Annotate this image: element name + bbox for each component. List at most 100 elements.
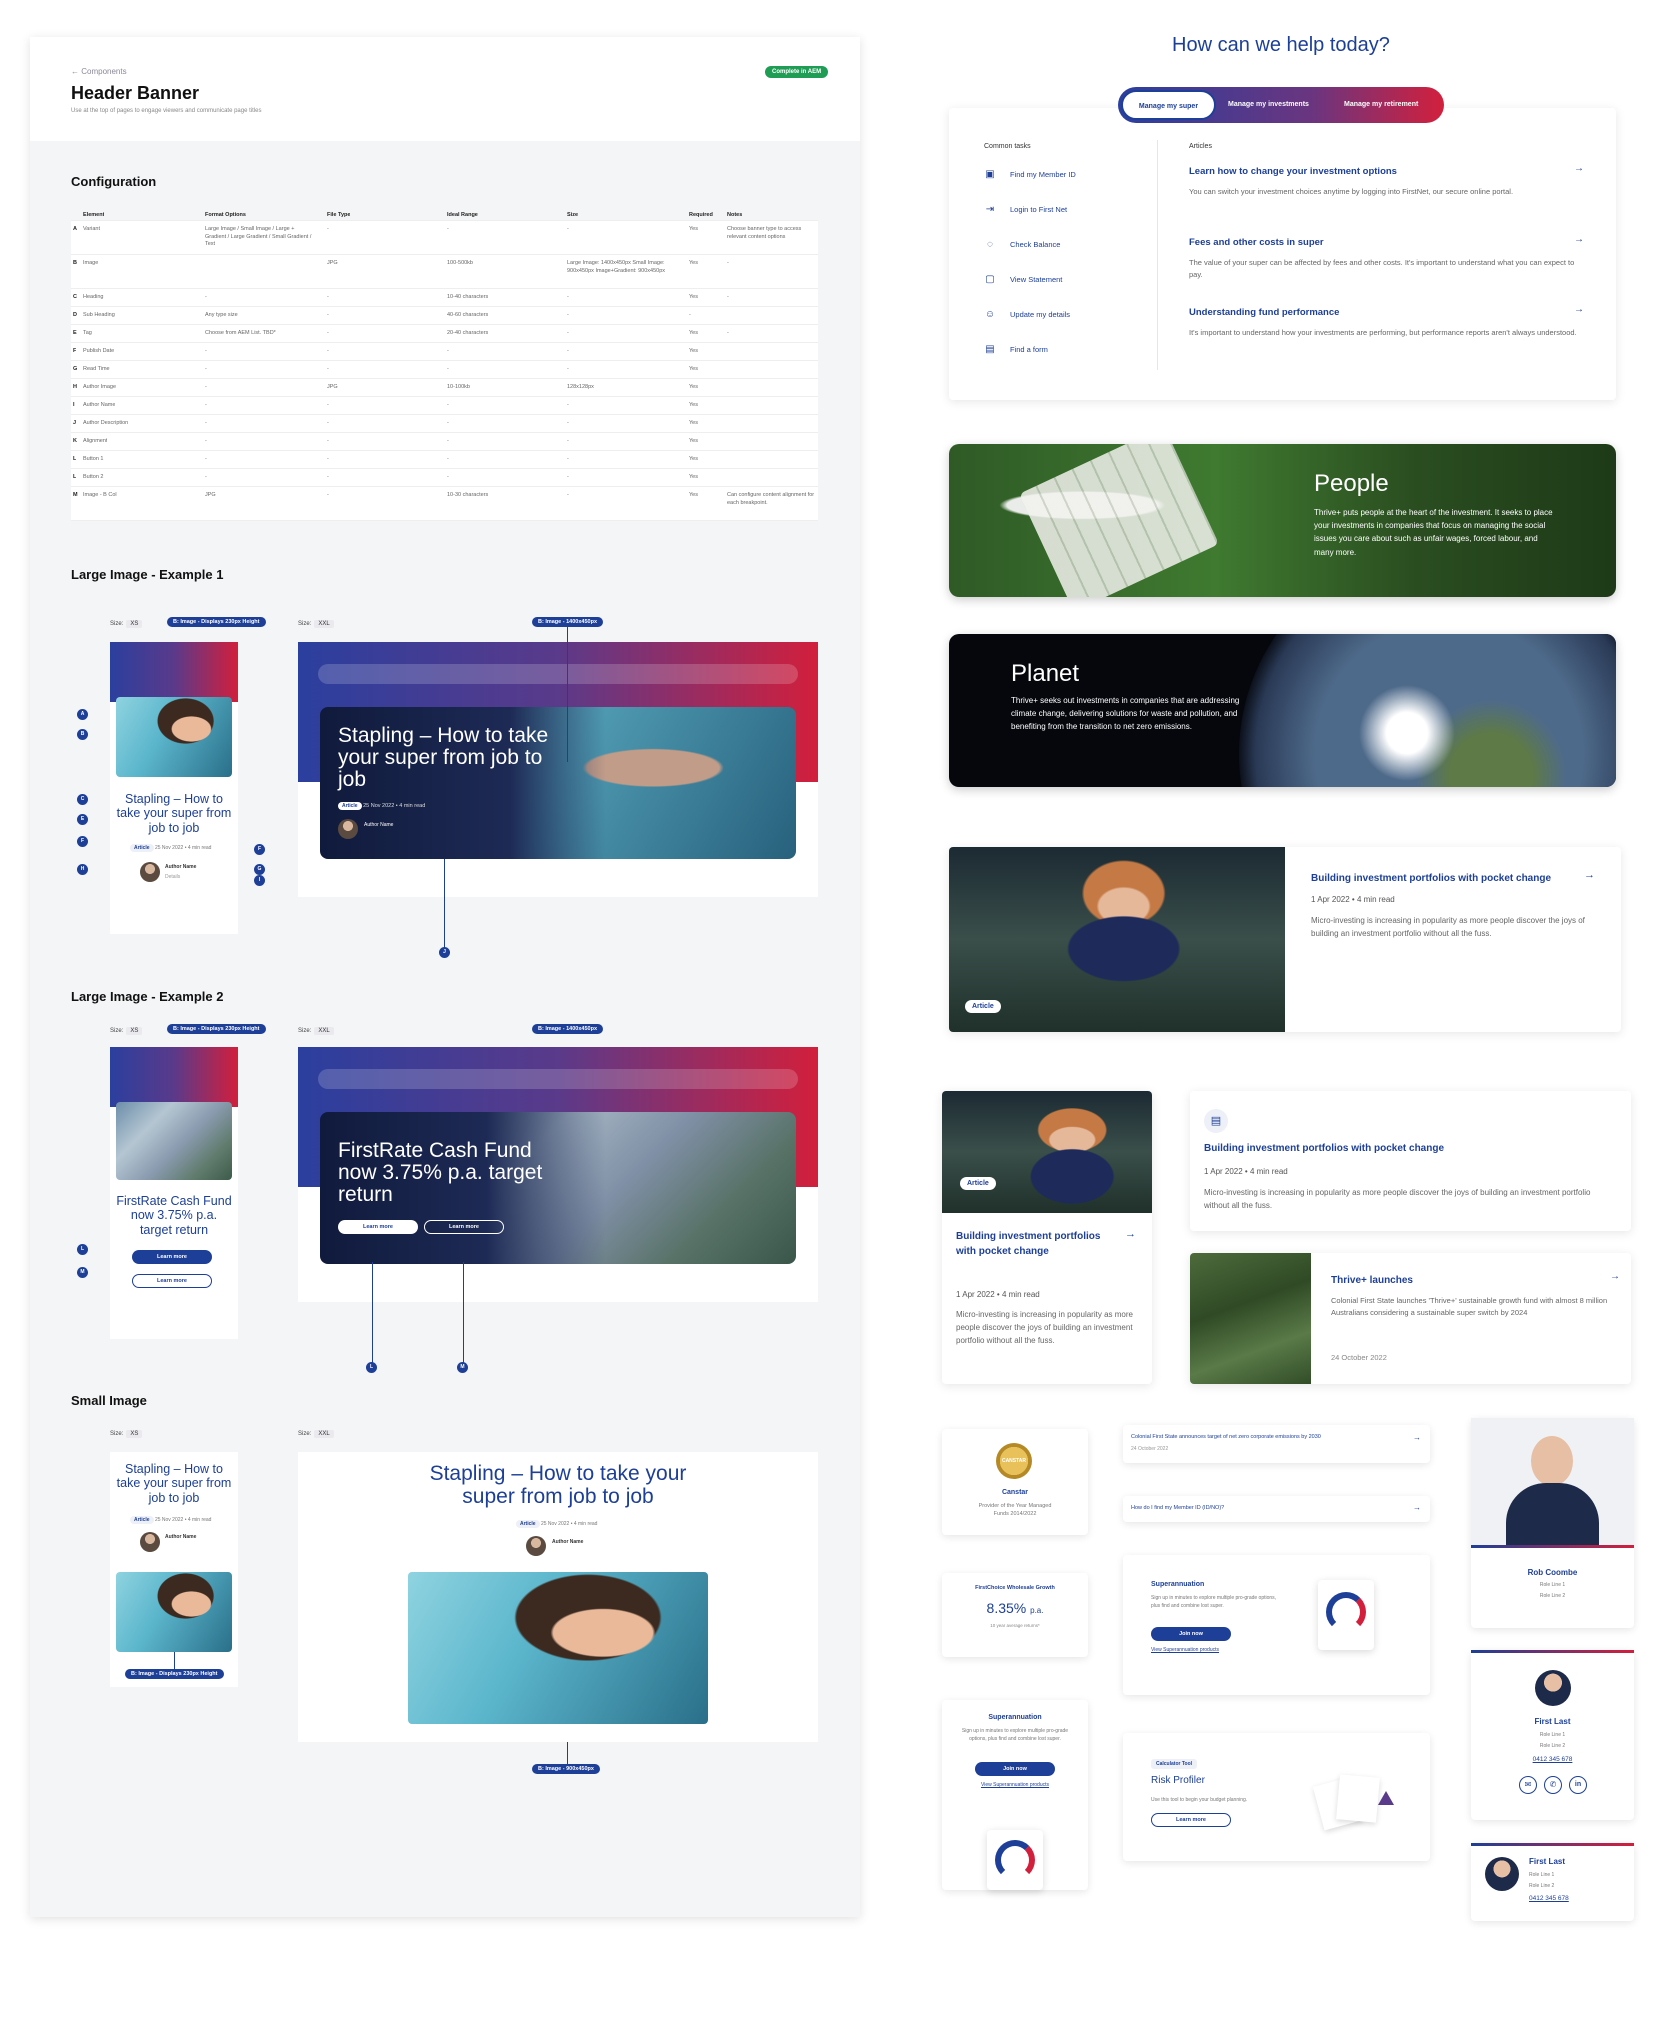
size-text: Size: (110, 621, 124, 627)
task-check-balance[interactable]: ◌ Check Balance (984, 239, 1060, 251)
table-cell-notes: - (727, 294, 729, 300)
doc-sheet (1336, 1774, 1380, 1823)
view-super-link[interactable]: View Superannuation products (1151, 1647, 1219, 1653)
image-spec-pill: B: Image - Displays 230px Height (125, 1669, 224, 1679)
linkedin-icon[interactable]: in (1569, 1776, 1587, 1794)
author-name: Author Name (364, 822, 394, 828)
table-cell-size: - (567, 226, 569, 232)
profile-phone[interactable]: 0412 345 678 (1471, 1756, 1634, 1763)
task-update-details[interactable]: ☺ Update my details (984, 309, 1070, 321)
table-cell-format: Choose from AEM List. TBD* (205, 330, 276, 336)
card-meta: 1 Apr 2022 • 4 min read (1204, 1167, 1288, 1176)
table-cell-notes: - (727, 330, 729, 336)
table-cell-range: - (447, 402, 449, 408)
profile-phone[interactable]: 0412 345 678 (1529, 1895, 1569, 1902)
task-find-form[interactable]: ▤ Find a form (984, 344, 1048, 356)
table-cell-req: Yes (689, 420, 698, 426)
arrow-right-icon[interactable]: → (1610, 1271, 1620, 1282)
fund-title: FirstChoice Wholesale Growth (975, 1585, 1055, 1591)
news-link-card[interactable]: Colonial First State announces target of… (1123, 1425, 1430, 1463)
news-title: How do I find my Member ID (ID/NO)? (1131, 1505, 1225, 1511)
task-label: Find my Member ID (1010, 169, 1076, 179)
news-link-card[interactable]: How do I find my Member ID (ID/NO)? → (1123, 1496, 1430, 1522)
size-chip: XS (126, 1430, 143, 1438)
arrow-right-icon[interactable]: → (1584, 869, 1595, 881)
table-cell-format: - (205, 456, 207, 462)
mobile-gradient (110, 1047, 238, 1107)
task-view-statement[interactable]: ▢ View Statement (984, 274, 1062, 286)
article-card-icon[interactable]: ▤ Building investment portfolios with po… (1190, 1091, 1631, 1231)
id-icon: ▣ (985, 169, 995, 180)
learn-more-outline-button[interactable]: Learn more (132, 1274, 212, 1288)
card-meta: 1 Apr 2022 • 4 min read (1311, 895, 1395, 904)
face (1531, 1436, 1573, 1486)
tab-manage-super[interactable]: Manage my super (1121, 90, 1216, 120)
table-cell-range: - (447, 366, 449, 372)
marker-f: F (77, 836, 88, 847)
help-tabs: Manage my super Manage my investments Ma… (1118, 87, 1444, 123)
table-cell-element: Button 2 (83, 474, 104, 480)
learn-more-button[interactable]: Learn more (338, 1220, 418, 1234)
author-name: Author Name (165, 1534, 197, 1540)
tab-manage-investments[interactable]: Manage my investments (1228, 90, 1309, 120)
section-configuration: Configuration (71, 174, 157, 189)
table-cell-format: Large Image / Small Image / Large + Grad… (205, 226, 312, 248)
page-subtitle: Use at the top of pages to engage viewer… (71, 108, 262, 114)
profile-name: Rob Coombe (1527, 1568, 1578, 1577)
login-icon: ⇥ (985, 204, 995, 215)
date-meta: 25 Nov 2022 • 4 min read (154, 1517, 212, 1523)
task-find-member-id[interactable]: ▣ Find my Member ID (984, 169, 1076, 181)
marker-a: A (77, 709, 88, 720)
table-cell-size: - (567, 402, 569, 408)
article-link[interactable]: Understanding fund performance (1189, 307, 1339, 318)
phone-icon[interactable]: ✆ (1544, 1776, 1562, 1794)
breadcrumb[interactable]: ← Components (71, 67, 127, 76)
arrow-right-icon[interactable]: → (1413, 1503, 1421, 1512)
table-cell-size: - (567, 456, 569, 462)
suit (1506, 1483, 1599, 1545)
section-small: Small Image (71, 1393, 147, 1408)
table-cell-key: E (73, 330, 77, 336)
learn-more-button[interactable]: Learn more (132, 1250, 212, 1264)
task-login[interactable]: ⇥ Login to First Net (984, 204, 1067, 216)
news-title: Colonial First State announces target of… (1131, 1434, 1321, 1440)
table-cell-size: - (567, 474, 569, 480)
learn-more-outline-button[interactable]: Learn more (424, 1220, 504, 1234)
table-cell-key: F (73, 348, 77, 354)
arrow-right-icon[interactable]: → (1125, 1228, 1136, 1240)
status-badge: Complete in AEM (765, 66, 829, 78)
join-now-button[interactable]: Join now (975, 1762, 1055, 1776)
fund-return: 8.35% p.a. (942, 1600, 1088, 1616)
table-cell-file: - (327, 226, 329, 232)
card-meta: 1 Apr 2022 • 4 min read (956, 1290, 1040, 1299)
arrow-right-icon[interactable]: → (1574, 163, 1584, 174)
arrow-right-icon[interactable]: → (1574, 234, 1584, 245)
article-card-horizontal[interactable]: Article Building investment portfolios w… (949, 847, 1621, 1032)
news-card-thrive[interactable]: Thrive+ launches → Colonial First State … (1190, 1253, 1631, 1384)
hero-meta: Article 25 Nov 2022 • 4 min read (338, 802, 425, 810)
image-spec-pill: B: Image - 1400x450px (532, 617, 604, 627)
document-icon: ▢ (985, 274, 995, 285)
tab-manage-retirement[interactable]: Manage my retirement (1344, 90, 1418, 120)
table-row: L Button 1 - - - - Yes (71, 451, 818, 469)
accent-bar (1471, 1650, 1634, 1653)
table-cell-req: Yes (689, 330, 698, 336)
date-meta: 25 Nov 2022 • 4 min read (363, 803, 426, 809)
arrow-right-icon[interactable]: → (1413, 1433, 1421, 1442)
table-cell-req: Yes (689, 384, 698, 390)
join-now-button[interactable]: Join now (1151, 1627, 1231, 1641)
mail-icon[interactable]: ✉ (1519, 1776, 1537, 1794)
col-file: File Type (327, 212, 351, 218)
accent-bar (1471, 1843, 1634, 1846)
learn-more-button[interactable]: Learn more (1151, 1813, 1231, 1827)
view-super-link[interactable]: View Superannuation products (942, 1782, 1088, 1788)
table-cell-req: Yes (689, 348, 698, 354)
col-element: Element (83, 212, 105, 218)
arrow-right-icon[interactable]: → (1574, 304, 1584, 315)
table-cell-element: Sub Heading (83, 312, 115, 318)
table-from-above-image (1019, 444, 1219, 597)
article-link[interactable]: Learn how to change your investment opti… (1189, 166, 1397, 177)
article-card-vertical[interactable]: Article Building investment portfolios w… (942, 1091, 1152, 1384)
article-link[interactable]: Fees and other costs in super (1189, 237, 1324, 248)
user-edit-icon: ☺ (984, 309, 996, 320)
